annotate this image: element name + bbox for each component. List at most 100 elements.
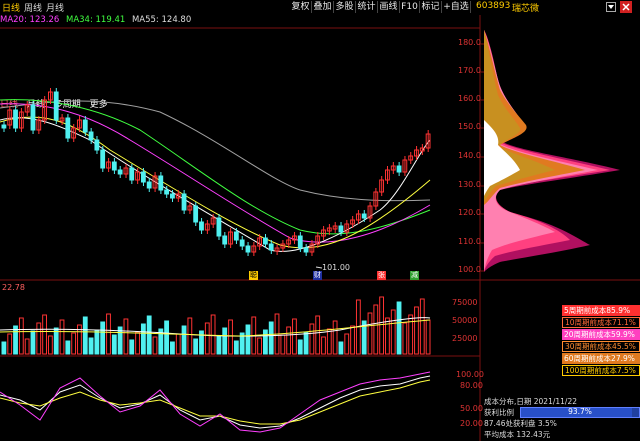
profit-value: 93.7% [568, 407, 592, 416]
volume-bar [65, 340, 71, 355]
cost-row[interactable]: 20周期前成本59.9% [562, 329, 640, 340]
chart-canvas [0, 15, 640, 441]
candle-body [222, 235, 228, 245]
candle-body [129, 167, 135, 181]
volume-bar [309, 323, 315, 355]
candle-body [111, 161, 117, 171]
candle-body [170, 193, 175, 199]
volume-bar [42, 314, 47, 355]
volume-bar [315, 315, 321, 355]
volume-bar [280, 334, 286, 355]
candle-body [88, 131, 94, 141]
ma5-line [0, 117, 431, 252]
profit-line: 87.46处获利盘 3.5% [484, 419, 557, 428]
price-tick: 160.0 [458, 94, 481, 103]
volume-axis-tick: 25000 [452, 334, 478, 343]
candle-body [193, 205, 199, 223]
candle-body [100, 149, 106, 169]
candle-body [396, 165, 402, 173]
profit-bar: 93.7% [520, 407, 640, 418]
ma10-line [0, 116, 431, 249]
candle-body [268, 243, 274, 251]
candle-body [1, 124, 7, 129]
cost-row[interactable]: 5周期前成本85.9% [562, 305, 640, 316]
candle-body [13, 109, 18, 129]
volume-bar [1, 341, 7, 355]
kdj-axis-tick: 80.00 [460, 381, 483, 390]
volume-bar [414, 306, 419, 355]
candle-body [117, 169, 123, 175]
volume-axis-tick: 50000 [452, 316, 478, 325]
volume-bar [129, 339, 135, 355]
volume-bar [164, 320, 170, 355]
volume-bar [59, 319, 65, 355]
candle-body [262, 237, 268, 245]
cost-row[interactable]: 10周期前成本71.1% [562, 317, 640, 328]
price-tick: 170.0 [458, 66, 481, 75]
volume-bar [326, 328, 332, 355]
volume-bar [123, 318, 129, 355]
volume-bar [297, 339, 303, 355]
volume-bar [152, 336, 158, 355]
candle-body [146, 181, 152, 189]
kdj-lines [0, 371, 431, 433]
volume-bar [367, 312, 373, 355]
volume-bar [245, 324, 251, 355]
volume-bar [408, 314, 414, 355]
price-tick: 120.0 [458, 208, 481, 217]
candle-body [233, 231, 239, 241]
volume-bar [13, 325, 18, 355]
candle-body [361, 213, 367, 219]
volume-bar [7, 333, 13, 355]
price-tick: 110.0 [458, 237, 481, 246]
price-tick: 180.0 [458, 38, 481, 47]
volume-bar [111, 334, 117, 355]
price-tick: 140.0 [458, 151, 481, 160]
price-tick: 100.0 [458, 265, 481, 274]
price-tick: 130.0 [458, 180, 481, 189]
volume-bar [350, 325, 355, 355]
volume-bar [344, 333, 350, 355]
kdj-axis-tick: 50.00 [460, 404, 483, 413]
marker-badge[interactable]: 减 [410, 271, 419, 280]
marker-badge[interactable]: 财 [313, 271, 322, 280]
candle-body [140, 171, 146, 183]
volume-bar [36, 322, 42, 355]
cost-row[interactable]: 30周期前成本45.5% [562, 341, 640, 352]
marker-badge[interactable]: 聪 [249, 271, 258, 280]
moving-averages [0, 99, 431, 252]
low-price-label: 101.00 [322, 263, 350, 272]
ma55-line [0, 100, 431, 202]
candle-body [181, 193, 187, 211]
volume-bar [88, 337, 94, 355]
volume-bar [100, 321, 106, 355]
volume-bar [204, 322, 210, 355]
volume-bar [222, 327, 228, 355]
volume-bar [94, 329, 100, 355]
volume-bar [396, 301, 402, 355]
volume-bar [425, 319, 431, 355]
candle-body [82, 119, 88, 133]
volume-bar [47, 335, 53, 355]
marker-badge[interactable]: 张 [377, 271, 386, 280]
volume-bar [187, 317, 193, 355]
volume-axis-tick: 75000 [452, 298, 478, 307]
candle-body [53, 91, 59, 121]
volume-bar [303, 331, 309, 355]
volume-bar [24, 338, 30, 355]
volume-bar [170, 341, 175, 355]
candle-body [94, 139, 100, 151]
volume-bar [140, 323, 146, 355]
cost-row[interactable]: 60周期前成本27.9% [562, 353, 640, 364]
volume-bar [419, 298, 425, 355]
candle-body [164, 189, 170, 195]
cost-row[interactable]: 100周期前成本7.5% [562, 365, 640, 376]
candle-body [245, 245, 251, 253]
avg-cost: 平均成本 132.43元 [484, 430, 551, 439]
volume-bar [210, 314, 216, 355]
volume-bar [379, 296, 385, 355]
volume-bar [193, 338, 199, 355]
price-tick: 150.0 [458, 122, 481, 131]
volume-bar [338, 341, 344, 355]
volume-bar [18, 317, 24, 355]
